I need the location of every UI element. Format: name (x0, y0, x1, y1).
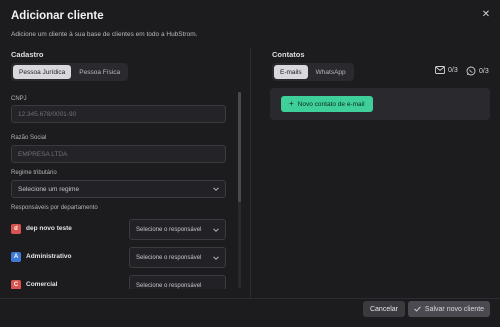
add-email-contact-label: Novo contato de e-mail (297, 100, 365, 108)
plus-icon: + (289, 99, 294, 108)
modal-title: Adicionar cliente (11, 10, 104, 22)
form-scrollbar[interactable] (238, 92, 241, 288)
department-badge: d (11, 224, 21, 234)
department-name: Administrativo (26, 253, 72, 260)
add-email-contact-button[interactable]: + Novo contato de e-mail (281, 96, 373, 112)
tab-emails[interactable]: E-mails (274, 65, 308, 79)
regime-select[interactable]: Selecione um regime (11, 180, 226, 198)
close-icon[interactable]: ✕ (480, 9, 492, 21)
contact-type-toggle: E-mails WhatsApp (272, 63, 354, 81)
cancel-button[interactable]: Cancelar (363, 301, 405, 317)
tab-pessoa-fisica[interactable]: Pessoa Física (73, 65, 126, 79)
regime-label: Regime tributário (11, 170, 57, 176)
scrollbar-thumb[interactable] (238, 92, 241, 202)
department-name: Comercial (26, 281, 58, 288)
department-select-value: Selecione o responsável (136, 226, 202, 233)
save-client-label: Salvar novo cliente (424, 305, 485, 313)
whatsapp-icon (466, 66, 476, 76)
razao-social-label: Razão Social (11, 135, 47, 141)
department-responsible-select[interactable]: Selecione o responsável (129, 275, 226, 289)
department-row: C Comercial Selecione o responsável (11, 275, 226, 289)
chevron-down-icon (213, 187, 219, 191)
modal-subtitle: Adicione um cliente à sua base de client… (11, 31, 198, 38)
whatsapp-count: 0/3 (479, 67, 489, 75)
responsaveis-label: Responsáveis por departamento (11, 205, 98, 211)
department-row: d dep novo teste Selecione o responsável (11, 219, 226, 241)
email-counter: 0/3 (435, 66, 458, 74)
contatos-section-title: Contatos (272, 50, 305, 59)
cnpj-label: CNPJ (11, 96, 27, 102)
footer-divider (0, 298, 500, 299)
save-client-button[interactable]: Salvar novo cliente (408, 301, 490, 317)
check-icon (414, 306, 421, 312)
department-responsible-select[interactable]: Selecione o responsável (129, 247, 226, 268)
person-type-toggle: Pessoa Jurídica Pessoa Física (11, 63, 129, 81)
tab-whatsapp[interactable]: WhatsApp (310, 65, 352, 79)
chevron-down-icon (213, 228, 219, 232)
column-divider (250, 48, 251, 298)
tab-pessoa-juridica[interactable]: Pessoa Jurídica (13, 65, 72, 79)
department-name: dep novo teste (26, 225, 72, 232)
add-client-modal: Adicionar cliente Adicione um cliente à … (0, 0, 500, 327)
department-badge: C (11, 280, 21, 289)
cadastro-section-title: Cadastro (11, 50, 44, 59)
department-select-value: Selecione o responsável (136, 254, 202, 261)
razao-social-input[interactable]: EMPRESA LTDA (11, 145, 226, 163)
mail-icon (435, 66, 445, 74)
department-row: A Administrativo Selecione o responsável (11, 247, 226, 269)
email-count: 0/3 (448, 66, 458, 74)
department-select-value: Selecione o responsável (136, 282, 202, 289)
cnpj-input[interactable]: 12.345.678/0001-90 (11, 105, 226, 123)
department-badge: A (11, 252, 21, 262)
department-responsible-select[interactable]: Selecione o responsável (129, 219, 226, 240)
chevron-down-icon (213, 256, 219, 260)
regime-select-value: Selecione um regime (18, 185, 80, 193)
whatsapp-counter: 0/3 (466, 66, 489, 76)
email-contacts-panel: + Novo contato de e-mail (270, 88, 490, 120)
